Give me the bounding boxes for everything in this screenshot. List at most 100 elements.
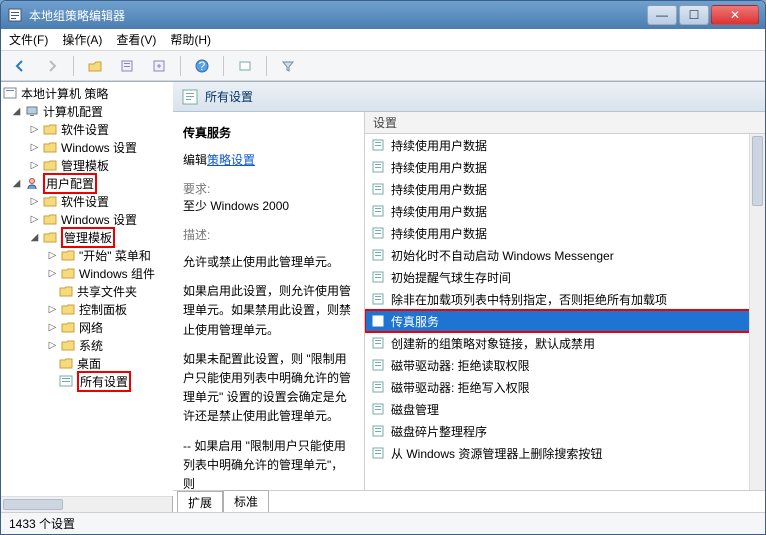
tree-label: 系统	[79, 337, 103, 354]
list-item[interactable]: 除非在加载项列表中特别指定，否则拒绝所有加载项	[365, 288, 765, 310]
vertical-scrollbar[interactable]	[749, 134, 765, 490]
list-item-label: 初始提醒气球生存时间	[391, 269, 511, 286]
list-item-label: 持续使用用户数据	[391, 137, 487, 154]
tree-root[interactable]: 本地计算机 策略	[1, 84, 173, 102]
collapse-icon[interactable]: ◢	[29, 232, 40, 243]
menu-action[interactable]: 操作(A)	[62, 31, 102, 48]
tree-share-folders[interactable]: 共享文件夹	[1, 282, 173, 300]
policy-item-icon	[371, 402, 385, 416]
tab-extended[interactable]: 扩展	[177, 491, 223, 512]
titlebar[interactable]: 本地组策略编辑器 — ☐ ✕	[1, 1, 765, 29]
list-item[interactable]: 创建新的组策略对象链接，默认成禁用	[365, 332, 765, 354]
tree-network[interactable]: ▷网络	[1, 318, 173, 336]
list-body[interactable]: 持续使用用户数据持续使用用户数据持续使用用户数据持续使用用户数据持续使用用户数据…	[365, 134, 765, 490]
menu-file[interactable]: 文件(F)	[9, 31, 48, 48]
expand-icon[interactable]: ▷	[47, 268, 58, 279]
list-item[interactable]: 从 Windows 资源管理器上删除搜索按钮	[365, 442, 765, 464]
expand-icon[interactable]: ▷	[47, 322, 58, 333]
tree-start-menu[interactable]: ▷"开始" 菜单和	[1, 246, 173, 264]
expand-icon[interactable]: ▷	[47, 304, 58, 315]
tab-standard[interactable]: 标准	[223, 490, 269, 512]
list-item-label: 从 Windows 资源管理器上删除搜索按钮	[391, 445, 602, 462]
tree-label: 控制面板	[79, 301, 127, 318]
list-item[interactable]: 持续使用用户数据	[365, 222, 765, 244]
toolbar-separator	[223, 56, 224, 76]
back-button[interactable]	[7, 55, 33, 77]
up-level-button[interactable]	[82, 55, 108, 77]
tree-label: Windows 设置	[61, 211, 137, 228]
collapse-icon[interactable]: ◢	[11, 178, 22, 189]
tree-label: 管理模板	[61, 157, 109, 174]
list-item[interactable]: 初始提醒气球生存时间	[365, 266, 765, 288]
filter-button[interactable]	[275, 55, 301, 77]
tree-label: 软件设置	[61, 193, 109, 210]
expand-icon[interactable]: ▷	[47, 250, 58, 261]
expand-icon[interactable]: ▷	[29, 124, 40, 135]
tree-label: 本地计算机 策略	[21, 85, 108, 102]
tree-u-windows[interactable]: ▷ Windows 设置	[1, 210, 173, 228]
folder-icon	[43, 159, 57, 171]
folder-icon	[61, 339, 75, 351]
list-item[interactable]: 磁盘碎片整理程序	[365, 420, 765, 442]
tree-label: 共享文件夹	[77, 283, 137, 300]
scrollbar-thumb[interactable]	[3, 499, 63, 510]
expand-icon[interactable]: ▷	[29, 160, 40, 171]
list-item[interactable]: 持续使用用户数据	[365, 156, 765, 178]
tree-horizontal-scrollbar[interactable]	[1, 496, 172, 512]
close-button[interactable]: ✕	[711, 5, 759, 25]
tree-label: 管理模板	[61, 227, 115, 248]
tree-u-admin[interactable]: ◢ 管理模板	[1, 228, 173, 246]
maximize-button[interactable]: ☐	[679, 5, 709, 25]
tree-computer-config[interactable]: ◢计算机配置	[1, 102, 173, 120]
tree-u-software[interactable]: ▷ 软件设置	[1, 192, 173, 210]
tree-c-software[interactable]: ▷ 软件设置	[1, 120, 173, 138]
collapse-icon[interactable]: ◢	[11, 106, 22, 117]
description-text: -- 如果启用 "限制用户只能使用列表中明确允许的管理单元"，则	[183, 437, 354, 491]
list-item[interactable]: 磁带驱动器: 拒绝写入权限	[365, 376, 765, 398]
column-header[interactable]: 设置	[365, 112, 765, 134]
edit-policy-link[interactable]: 策略设置	[207, 153, 255, 167]
list-item[interactable]: 持续使用用户数据	[365, 134, 765, 156]
list-item[interactable]: 磁带驱动器: 拒绝读取权限	[365, 354, 765, 376]
folder-icon	[43, 213, 57, 225]
tree-label: Windows 设置	[61, 139, 137, 156]
menubar: 文件(F) 操作(A) 查看(V) 帮助(H)	[1, 29, 765, 51]
tree-user-config[interactable]: ◢用户配置	[1, 174, 173, 192]
menu-help[interactable]: 帮助(H)	[170, 31, 211, 48]
list-item-label: 磁带驱动器: 拒绝读取权限	[391, 357, 530, 374]
options-button[interactable]	[232, 55, 258, 77]
properties-button[interactable]	[114, 55, 140, 77]
computer-icon	[25, 105, 39, 117]
list-item[interactable]: 持续使用用户数据	[365, 178, 765, 200]
toolbar-separator	[73, 56, 74, 76]
expand-icon[interactable]: ▷	[29, 196, 40, 207]
expand-icon[interactable]: ▷	[29, 214, 40, 225]
list-item[interactable]: 初始化时不自动启动 Windows Messenger	[365, 244, 765, 266]
list-item[interactable]: 传真服务	[365, 310, 765, 332]
expand-icon[interactable]: ▷	[29, 142, 40, 153]
tree-all-settings[interactable]: 所有设置	[1, 372, 173, 390]
tree-desktop[interactable]: 桌面	[1, 354, 173, 372]
scrollbar-thumb[interactable]	[752, 136, 763, 206]
help-button[interactable]: ?	[189, 55, 215, 77]
tree-system[interactable]: ▷ 系统	[1, 336, 173, 354]
policy-item-icon	[371, 160, 385, 174]
menu-view[interactable]: 查看(V)	[116, 31, 156, 48]
tree-control-panel[interactable]: ▷ 控制面板	[1, 300, 173, 318]
list-item[interactable]: 磁盘管理	[365, 398, 765, 420]
export-button[interactable]	[146, 55, 172, 77]
minimize-button[interactable]: —	[647, 5, 677, 25]
tree-win-components[interactable]: ▷Windows 组件	[1, 264, 173, 282]
forward-button[interactable]	[39, 55, 65, 77]
tree-c-admin[interactable]: ▷ 管理模板	[1, 156, 173, 174]
expand-icon[interactable]: ▷	[47, 340, 58, 351]
tree-panel[interactable]: 本地计算机 策略 ◢计算机配置 ▷软件设置 ▷Windows 设置 ▷管理模板 …	[1, 82, 173, 496]
folder-icon	[61, 249, 75, 261]
content-header: 所有设置	[173, 82, 765, 112]
requirement-label: 要求:	[183, 180, 354, 197]
tree-c-windows[interactable]: ▷ Windows 设置	[1, 138, 173, 156]
folder-icon	[59, 285, 73, 297]
list-item[interactable]: 持续使用用户数据	[365, 200, 765, 222]
tree-label: 软件设置	[61, 121, 109, 138]
folder-icon	[43, 231, 57, 243]
